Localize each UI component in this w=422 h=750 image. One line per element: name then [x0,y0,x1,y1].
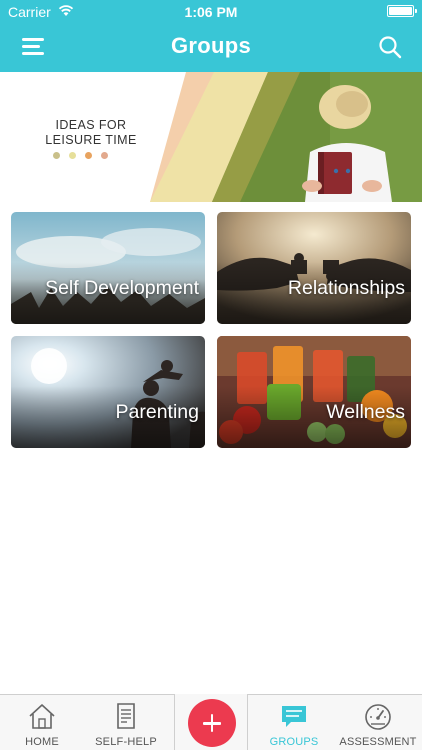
banner-dot [85,152,92,159]
groups-screen: Carrier 1:06 PM Groups IDEAS FOR LEISURE… [0,0,422,750]
banner-dot [53,152,60,159]
tab-bar: HOME SELF-HELP GROUPS ASSESSMENT [0,694,422,750]
status-bar: Carrier 1:06 PM [0,0,422,24]
add-button[interactable] [188,699,236,747]
tab-label: SELF-HELP [95,736,157,748]
speedometer-icon [365,704,391,730]
leisure-banner[interactable]: IDEAS FOR LEISURE TIME [0,72,422,202]
tab-home[interactable]: HOME [0,695,84,750]
banner-dots [53,152,108,159]
banner-headline: IDEAS FOR LEISURE TIME [36,118,146,148]
home-icon [29,704,55,729]
battery-icon [387,5,417,17]
group-card-parenting[interactable]: Parenting [11,336,205,448]
tab-label: GROUPS [269,736,319,748]
banner-dot [101,152,108,159]
tab-self-help[interactable]: SELF-HELP [84,695,168,750]
group-card-label: Relationships [287,277,405,299]
page-title: Groups [170,33,252,58]
chat-icon [282,706,306,727]
tab-label: ASSESSMENT [339,736,417,748]
tab-assessment[interactable]: ASSESSMENT [336,695,420,750]
group-card-self-development[interactable]: Self Development [11,212,205,324]
group-card-relationships[interactable]: Relationships [217,212,411,324]
group-card-label: Self Development [45,277,199,299]
banner-dot [69,152,76,159]
search-icon[interactable] [378,35,402,59]
banner-line-2: LEISURE TIME [45,133,137,147]
group-card-wellness[interactable]: Wellness [217,336,411,448]
group-card-label: Parenting [115,401,199,423]
banner-line-1: IDEAS FOR [55,118,127,132]
add-button-area [174,694,248,750]
tab-label: HOME [25,736,59,748]
navigation-header: Carrier 1:06 PM Groups [0,0,422,72]
tab-groups[interactable]: GROUPS [252,695,336,750]
clock: 1:06 PM [184,4,238,20]
document-icon [117,703,135,729]
group-card-label: Wellness [326,401,405,423]
